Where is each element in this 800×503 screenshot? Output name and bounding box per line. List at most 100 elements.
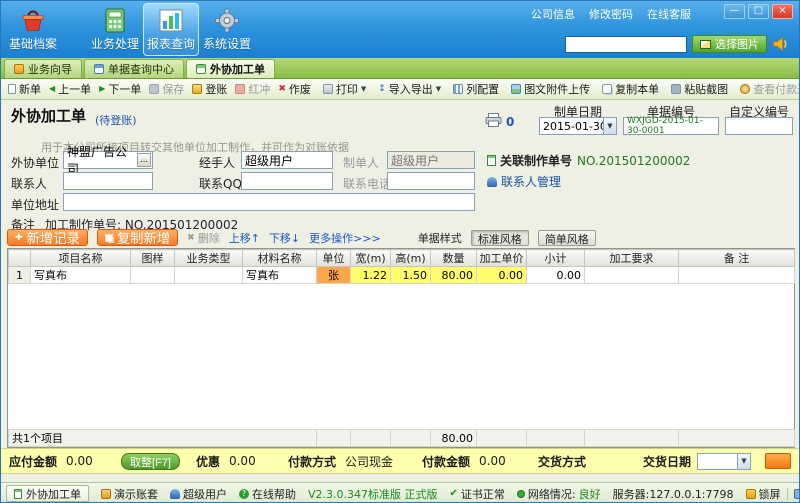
pending-post-link[interactable]: (待登账)	[95, 112, 137, 128]
post-button[interactable]: 登账	[188, 80, 231, 98]
round-button[interactable]: 取整[F7]	[121, 453, 180, 470]
cell-note[interactable]	[679, 267, 795, 284]
column-config-button[interactable]: 列配置	[449, 80, 503, 98]
current-user-item[interactable]: 超级用户	[170, 486, 227, 502]
nav-item-settings[interactable]: 系统设置	[199, 3, 255, 56]
printer-icon[interactable]	[485, 112, 502, 131]
handler-field[interactable]: 超级用户	[241, 151, 333, 169]
custom-number-field[interactable]	[725, 117, 793, 135]
online-help-item[interactable]: ? 在线帮助	[239, 486, 296, 502]
change-password-link[interactable]: 修改密码	[589, 6, 633, 22]
move-down-link[interactable]: 下移↓	[269, 230, 300, 246]
window-controls: — □ ×	[724, 4, 793, 19]
minimize-button[interactable]: —	[724, 4, 745, 19]
pay-method-select[interactable]: 公司现金	[342, 453, 406, 470]
phone-field[interactable]	[387, 172, 475, 190]
save-button[interactable]: 保存	[145, 80, 188, 98]
discount-value[interactable]: 0.00	[226, 454, 272, 468]
contact-manage-link[interactable]: 联系人管理	[487, 173, 561, 190]
date-field[interactable]: 2015-01-30 ▼	[539, 117, 617, 135]
attachment-upload-button[interactable]: 图文附件上传	[507, 80, 594, 98]
new-doc-label: 新单	[19, 81, 41, 97]
summary-bar: 应付金额 0.00 取整[F7] 优惠 0.00 付款方式 公司现金 付款金额 …	[1, 448, 799, 474]
statusbar-doc-tab[interactable]: 外协加工单	[6, 485, 89, 502]
delivery-date-select[interactable]: ▼	[697, 453, 751, 470]
item-count: 共1个项目	[9, 430, 317, 447]
save-label: 保存	[162, 81, 184, 97]
unit-picker-button[interactable]: ...	[137, 153, 151, 167]
delivery-date-button[interactable]	[765, 453, 791, 469]
select-image-button[interactable]: 选择图片	[692, 35, 767, 53]
prev-doc-button[interactable]: ◀上一单	[45, 80, 95, 98]
cell-material[interactable]: 写真布	[243, 267, 317, 284]
online-service-link[interactable]: 在线客服	[647, 6, 691, 22]
grid-empty-area[interactable]	[8, 284, 794, 429]
paste-screenshot-button[interactable]: 粘贴截图	[667, 80, 732, 98]
maximize-button[interactable]: □	[748, 4, 769, 19]
copy-doc-button[interactable]: 复制本单	[598, 80, 663, 98]
cell-project-name[interactable]: 写真布	[31, 267, 131, 284]
cell-image[interactable]	[131, 267, 175, 284]
simple-style-button[interactable]: 简单风格	[538, 230, 596, 246]
contact-field[interactable]	[63, 172, 153, 190]
import-export-button[interactable]: ↕导入导出▼	[374, 80, 445, 98]
outsource-unit-field[interactable]: 神盟广告公司 ...	[63, 151, 153, 169]
nav-item-business[interactable]: 业务处理	[87, 3, 143, 56]
cell-requirement[interactable]	[585, 267, 679, 284]
related-order-number[interactable]: NO.201501200002	[577, 154, 690, 168]
print-count: 0	[506, 115, 514, 129]
footer-cell	[317, 430, 351, 447]
cell-unit[interactable]: 张	[317, 267, 351, 284]
qq-field[interactable]	[241, 172, 333, 190]
add-record-button[interactable]: ✚ 新增记录	[7, 229, 88, 246]
lock-screen-button[interactable]: 锁屏	[746, 486, 781, 502]
pay-amount-value[interactable]: 0.00	[476, 454, 522, 468]
account-set-item[interactable]: 演示账套	[101, 486, 158, 502]
status-bar: 外协加工单 演示账套 超级用户 ? 在线帮助 V2.3.0.347标准版 正式版…	[1, 482, 799, 503]
tab-business-wizard[interactable]: 业务向导	[4, 59, 82, 78]
related-order-link[interactable]: 关联制作单号	[487, 152, 572, 169]
nav-item-reports[interactable]: 报表查询	[143, 3, 199, 56]
view-payment-label: 查看付款过程	[753, 81, 800, 97]
doc-number-value: WXJGD-2015-01-30-0001	[627, 116, 715, 136]
pay-amount-label: 付款金额	[422, 453, 470, 470]
payable-value[interactable]: 0.00	[63, 454, 109, 468]
outsource-unit-label: 外协单位	[11, 154, 59, 171]
certificate-item[interactable]: ✔ 证书正常	[450, 486, 505, 502]
move-up-link[interactable]: 上移↑	[229, 230, 260, 246]
view-payment-button[interactable]: 查看付款过程	[736, 80, 800, 98]
cell-price[interactable]: 0.00	[477, 267, 527, 284]
columns-icon	[453, 84, 463, 94]
next-doc-button[interactable]: ▶下一单	[95, 80, 145, 98]
address-field[interactable]	[63, 193, 475, 211]
current-user-label: 超级用户	[183, 486, 227, 502]
nav-item-basic-archive[interactable]: 基础档案	[5, 3, 61, 56]
standard-style-button[interactable]: 标准风格	[471, 230, 529, 246]
close-button[interactable]: ×	[772, 4, 793, 19]
table-row[interactable]: 1 写真布 写真布 张 1.22 1.50 80.00 0.00 0.00	[9, 267, 795, 284]
delete-row-button[interactable]: ✖ 删除	[187, 230, 220, 246]
tab-outsourcing-order[interactable]: 外协加工单	[186, 59, 275, 78]
new-doc-button[interactable]: 新单	[4, 80, 45, 98]
chevron-down-icon[interactable]: ▼	[737, 454, 750, 469]
copy-add-button[interactable]: 复制新增	[97, 229, 178, 246]
next-icon: ▶	[99, 84, 105, 94]
print-button[interactable]: 打印▼	[319, 80, 370, 98]
cell-qty[interactable]: 80.00	[431, 267, 477, 284]
company-info-link[interactable]: 公司信息	[531, 6, 575, 22]
cell-biz-type[interactable]	[175, 267, 243, 284]
doc-number-field[interactable]: WXJGD-2015-01-30-0001	[623, 117, 719, 135]
more-operations-link[interactable]: 更多操作>>>	[309, 230, 381, 246]
maker-field: 超级用户	[387, 151, 475, 169]
cell-height[interactable]: 1.50	[391, 267, 431, 284]
tab-query-center[interactable]: 单据查询中心	[84, 59, 184, 78]
image-search-input[interactable]	[565, 36, 687, 53]
void-button[interactable]: ✖作废	[274, 80, 315, 98]
switch-user-button[interactable]: 切换用户	[794, 486, 800, 502]
chevron-down-icon[interactable]: ▼	[603, 118, 616, 134]
red-flush-button[interactable]: 红冲	[231, 80, 274, 98]
statusbar-doc-label: 外协加工单	[26, 486, 81, 502]
cell-width[interactable]: 1.22	[351, 267, 391, 284]
help-icon: ?	[239, 489, 249, 499]
horn-icon[interactable]	[772, 36, 791, 52]
